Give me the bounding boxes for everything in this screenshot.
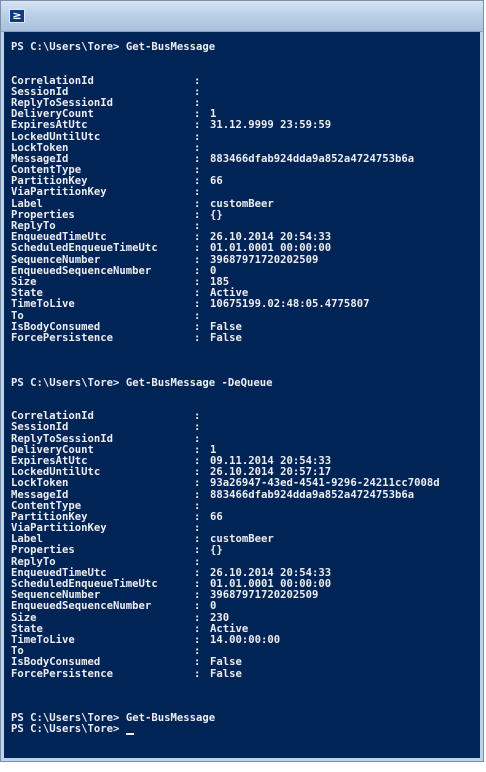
property-value: 10675199.02:48:05.4775807 xyxy=(210,298,370,311)
property-row: EnqueuedSequenceNumber:0 xyxy=(11,601,480,612)
property-separator: : xyxy=(194,656,201,669)
property-value: Active xyxy=(210,622,249,635)
property-row: IsBodyConsumed: False xyxy=(11,657,480,668)
property-name: ForcePersistence xyxy=(11,331,114,344)
property-value: 185 xyxy=(210,275,230,288)
property-value: 14.00:00:00 xyxy=(210,633,281,646)
prompt-text: PS C:\Users\Tore> xyxy=(11,723,120,736)
property-name: EnqueuedSequenceNumber xyxy=(11,600,152,613)
prompt-text: PS C:\Users\Tore> xyxy=(11,376,120,389)
property-value: 1 xyxy=(210,443,217,456)
property-separator: : xyxy=(194,600,201,613)
property-value: False xyxy=(210,667,242,680)
powershell-window: ≥ PS C:\Users\Tore> Get-BusMessage Correl… xyxy=(0,0,484,762)
property-name: ScheduledEnqueueTimeUtc xyxy=(11,242,158,255)
prompt-text: PS C:\Users\Tore> xyxy=(11,712,120,725)
property-value: 39687971720202509 xyxy=(210,589,319,602)
property-value: 66 xyxy=(210,510,223,523)
property-value: 26.10.2014 20:54:33 xyxy=(210,231,332,244)
property-value: 93a26947-43ed-4541-9296-24211cc7008d xyxy=(210,477,440,490)
property-value: 230 xyxy=(210,611,230,624)
title-bar[interactable]: ≥ xyxy=(1,1,483,32)
property-value: 01.01.0001 00:00:00 xyxy=(210,578,332,590)
property-value: 01.01.0001 00:00:00 xyxy=(210,242,332,255)
property-row: TimeToLive:10675199.02:48:05.4775807 xyxy=(11,299,480,310)
property-separator: : xyxy=(194,667,201,680)
property-value: {} xyxy=(210,208,223,221)
property-row: CorrelationId: xyxy=(11,410,480,422)
property-value: 31.12.9999 23:59:59 xyxy=(210,119,332,132)
command-text: Get-BusMessage xyxy=(125,712,216,725)
property-row: Properties:{} xyxy=(11,208,480,221)
property-row: SessionId: xyxy=(11,422,480,433)
property-row: ExpiresAtUtc:31.12.9999 23:59:59 xyxy=(11,120,480,131)
property-separator: : xyxy=(194,186,201,199)
powershell-icon[interactable]: ≥ xyxy=(9,9,25,23)
property-value: 0 xyxy=(210,264,217,277)
command-text: Get-BusMessage xyxy=(125,41,216,53)
command-text: Get-BusMessage -DeQueue xyxy=(125,376,273,389)
property-row: MessageId:883466dfab924dda9a852a4724753b… xyxy=(11,488,480,501)
property-name: IsBodyConsumed xyxy=(11,656,101,669)
property-name: TimeToLive xyxy=(11,298,75,311)
prompt-text: PS C:\Users\Tore> xyxy=(11,41,120,53)
prompt-line: PS C:\Users\Tore> xyxy=(11,724,480,735)
property-value: customBeer xyxy=(210,197,274,210)
property-value: 26.10.2014 20:57:17 xyxy=(210,466,332,479)
property-separator: : xyxy=(194,242,201,255)
property-row: Properties: {} xyxy=(11,545,480,556)
property-value: False xyxy=(210,320,242,333)
property-name: ViaPartitionKey xyxy=(11,186,107,199)
property-value: False xyxy=(210,331,242,344)
property-row: MessageId:883466dfab924dda9a852a4724753b… xyxy=(11,152,480,165)
property-value: {} xyxy=(210,544,223,557)
command-line: PS C:\Users\Tore> Get-BusMessage xyxy=(11,41,480,53)
property-value: 883466dfab924dda9a852a4724753b6a xyxy=(210,152,415,165)
property-row: ForcePersistence: False xyxy=(11,667,480,680)
property-name: LockToken xyxy=(11,477,69,490)
property-separator: : xyxy=(194,477,201,490)
property-separator: : xyxy=(194,119,201,132)
property-row: CorrelationId: xyxy=(11,75,480,87)
property-value: 0 xyxy=(210,600,217,613)
text-cursor xyxy=(125,732,134,735)
property-name: TimeToLive xyxy=(11,633,75,646)
property-row: EnqueuedSequenceNumber:0 xyxy=(11,264,480,277)
property-value: 26.10.2014 20:54:33 xyxy=(210,566,332,579)
property-row: Label: customBeer xyxy=(11,197,480,210)
property-value: 883466dfab924dda9a852a4724753b6a xyxy=(210,488,415,501)
property-row: LockedUntilUtc: xyxy=(11,131,480,143)
property-row: To: xyxy=(11,310,480,322)
property-value: 66 xyxy=(210,175,223,188)
property-name: EnqueuedSequenceNumber xyxy=(11,264,152,277)
property-row: Label: customBeer xyxy=(11,534,480,545)
property-value: False xyxy=(210,656,242,669)
property-value: 09.11.2014 20:54:33 xyxy=(210,454,332,467)
property-separator: : xyxy=(194,331,201,344)
property-name: ForcePersistence xyxy=(11,667,114,680)
property-separator: : xyxy=(194,298,201,311)
console-output[interactable]: PS C:\Users\Tore> Get-BusMessage Correlat… xyxy=(4,32,480,758)
property-row: TimeToLive:14.00:00:00 xyxy=(11,633,480,646)
command-line: PS C:\Users\Tore> Get-BusMessage -DeQueu… xyxy=(11,376,480,389)
property-name: ExpiresAtUtc xyxy=(11,119,88,132)
property-value: customBeer xyxy=(210,533,274,546)
property-name: Properties xyxy=(11,544,75,557)
property-row: ForcePersistence: False xyxy=(11,331,480,344)
property-value: Active xyxy=(210,287,249,300)
property-value: 1 xyxy=(210,108,217,121)
property-separator: : xyxy=(194,544,201,557)
property-name: SessionId xyxy=(11,421,69,434)
property-value: 39687971720202509 xyxy=(210,253,319,266)
property-separator: : xyxy=(194,421,201,434)
